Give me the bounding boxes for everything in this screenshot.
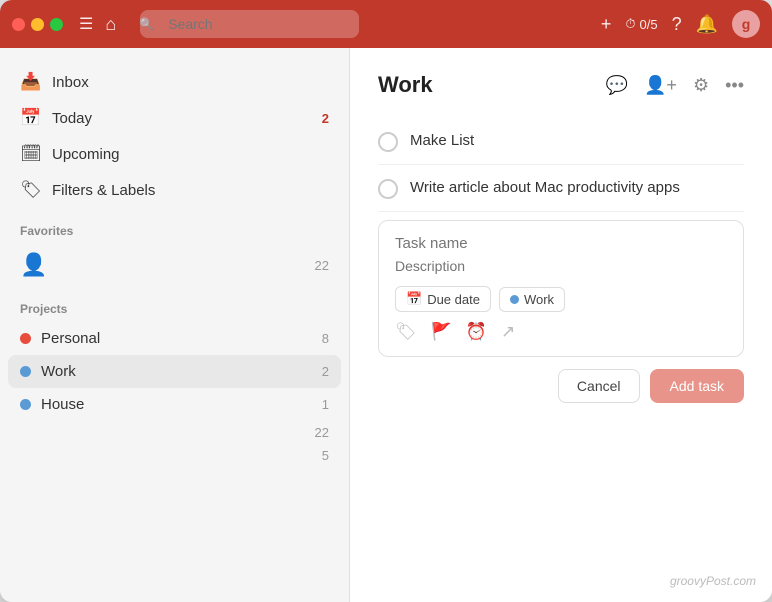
watermark: groovyPost.com <box>670 574 756 588</box>
add-task-button[interactable]: Add task <box>650 369 744 403</box>
sidebar-item-upcoming[interactable]: 🗓 Upcoming <box>8 136 341 172</box>
clock-tool-icon[interactable]: ⏰ <box>466 322 487 342</box>
inbox-label: Inbox <box>52 74 329 91</box>
favorites-person[interactable]: 👤 22 <box>0 244 349 286</box>
calendar-icon: 📅 <box>406 291 422 307</box>
work-dot <box>20 366 31 377</box>
house-count: 1 <box>322 397 329 412</box>
sidebar-item-inbox[interactable]: 📥 Inbox <box>8 64 341 100</box>
personal-dot <box>20 333 31 344</box>
bell-icon[interactable]: 🔔 <box>696 14 718 35</box>
cancel-button[interactable]: Cancel <box>558 369 640 403</box>
today-label: Today <box>52 110 312 127</box>
panel-actions: 💬 👤+ ⚙ ••• <box>606 75 744 96</box>
due-date-label: Due date <box>427 292 480 307</box>
favorites-header: Favorites <box>0 208 349 244</box>
add-person-icon[interactable]: 👤+ <box>644 75 677 96</box>
traffic-lights <box>12 18 63 31</box>
maximize-button[interactable] <box>50 18 63 31</box>
sliders-icon[interactable]: ⚙ <box>693 75 709 96</box>
person-icon: 👤 <box>20 252 47 278</box>
app-window: ☰ ⌂ + ⏱ 0/5 ? 🔔 g 📥 Inbox 📅 <box>0 0 772 602</box>
work-label: Work <box>41 363 312 380</box>
upcoming-icon: 🗓 <box>20 144 42 164</box>
comment-icon[interactable]: 💬 <box>606 75 628 96</box>
personal-count: 8 <box>322 331 329 346</box>
favorites-count: 22 <box>315 258 329 273</box>
avatar[interactable]: g <box>732 10 760 38</box>
menu-icon[interactable]: ☰ <box>79 14 93 34</box>
task-name-input[interactable] <box>395 235 727 252</box>
panel-header: Work 💬 👤+ ⚙ ••• <box>378 72 744 98</box>
main-panel: Work 💬 👤+ ⚙ ••• Make List Write article … <box>350 48 772 602</box>
sidebar-count-22: 22 <box>0 421 349 444</box>
flag-tool-icon[interactable]: 🚩 <box>431 322 452 342</box>
timer-icon: ⏱ <box>625 16 635 32</box>
task-tools-row: 🏷 🚩 ⏰ ↗ <box>395 322 727 342</box>
titlebar: ☰ ⌂ + ⏱ 0/5 ? 🔔 g <box>0 0 772 48</box>
task-item-1: Make List <box>378 118 744 165</box>
home-icon[interactable]: ⌂ <box>105 14 116 35</box>
close-button[interactable] <box>12 18 25 31</box>
form-actions: Cancel Add task <box>378 369 744 403</box>
project-chip[interactable]: Work <box>499 287 565 312</box>
search-input[interactable] <box>140 10 359 38</box>
project-personal[interactable]: Personal 8 <box>8 322 341 355</box>
personal-label: Personal <box>41 330 312 347</box>
task-text-1: Make List <box>410 130 474 151</box>
project-work[interactable]: Work 2 <box>8 355 341 388</box>
project-chip-dot <box>510 295 519 304</box>
add-icon[interactable]: + <box>601 14 612 35</box>
project-chip-label: Work <box>524 292 554 307</box>
sidebar-nav: 📥 Inbox 📅 Today 2 🗓 Upcoming 🏷 Filters &… <box>0 64 349 208</box>
upcoming-label: Upcoming <box>52 146 329 163</box>
project-house[interactable]: House 1 <box>8 388 341 421</box>
today-icon: 📅 <box>20 108 42 128</box>
projects-header: Projects <box>0 286 349 322</box>
inbox-icon: 📥 <box>20 72 42 92</box>
task-item-2: Write article about Mac productivity app… <box>378 165 744 212</box>
label-tool-icon[interactable]: 🏷 <box>395 322 417 342</box>
task-text-2: Write article about Mac productivity app… <box>410 177 680 198</box>
main-content: 📥 Inbox 📅 Today 2 🗓 Upcoming 🏷 Filters &… <box>0 48 772 602</box>
due-date-chip[interactable]: 📅 Due date <box>395 286 491 312</box>
sidebar-item-filters[interactable]: 🏷 Filters & Labels <box>8 172 341 208</box>
work-count: 2 <box>322 364 329 379</box>
titlebar-right: + ⏱ 0/5 ? 🔔 g <box>601 10 760 38</box>
sidebar-count-5: 5 <box>0 444 349 467</box>
filters-label: Filters & Labels <box>52 182 329 199</box>
sidebar: 📥 Inbox 📅 Today 2 🗓 Upcoming 🏷 Filters &… <box>0 48 350 602</box>
help-icon[interactable]: ? <box>672 14 682 35</box>
task-circle-2[interactable] <box>378 179 398 199</box>
today-badge: 2 <box>322 111 329 126</box>
more-icon[interactable]: ••• <box>725 75 744 96</box>
task-form: 📅 Due date Work 🏷 🚩 ⏰ ↗ <box>378 220 744 357</box>
timer-count: 0/5 <box>639 17 657 32</box>
filters-icon: 🏷 <box>20 180 42 200</box>
house-dot <box>20 399 31 410</box>
panel-title: Work <box>378 72 606 98</box>
move-tool-icon[interactable]: ↗ <box>501 322 515 342</box>
minimize-button[interactable] <box>31 18 44 31</box>
search-bar-wrap <box>132 10 352 38</box>
task-circle-1[interactable] <box>378 132 398 152</box>
house-label: House <box>41 396 312 413</box>
task-meta-row: 📅 Due date Work <box>395 286 727 312</box>
task-desc-input[interactable] <box>395 258 727 274</box>
timer-badge[interactable]: ⏱ 0/5 <box>625 16 657 32</box>
sidebar-item-today[interactable]: 📅 Today 2 <box>8 100 341 136</box>
